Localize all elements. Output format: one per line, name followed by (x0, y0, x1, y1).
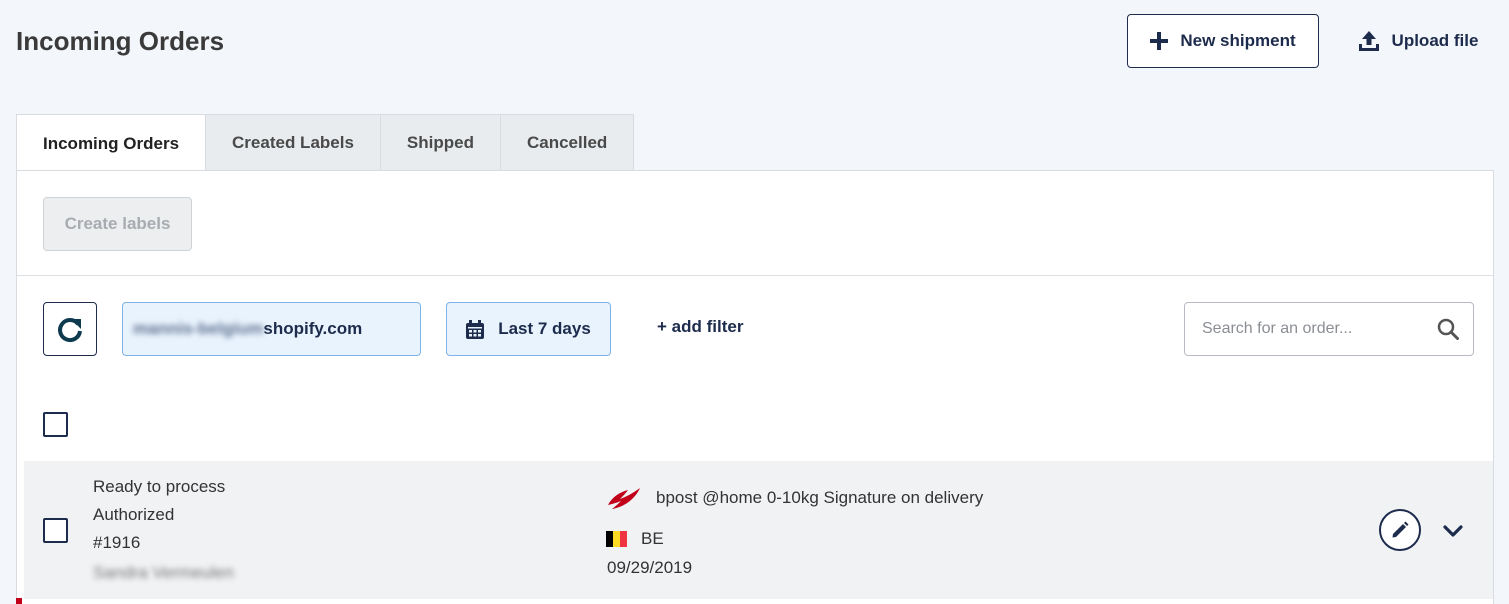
row-indicator (16, 598, 22, 604)
store-name-blurred: mannis-belgium (133, 319, 264, 338)
chevron-down-icon (1443, 525, 1463, 537)
shipping-service: bpost @home 0-10kg Signature on delivery (606, 485, 983, 511)
page-title: Incoming Orders (16, 26, 225, 56)
upload-file-button[interactable]: Upload file (1348, 14, 1488, 68)
date-filter-label: Last 7 days (498, 319, 591, 338)
calendar-icon (466, 319, 485, 339)
add-filter-link[interactable]: + add filter (657, 317, 743, 337)
pencil-icon (1392, 521, 1409, 538)
order-summary: Ready to process Authorized #1916 Sandra… (93, 473, 234, 587)
order-status: Ready to process (93, 477, 226, 496)
country-code: BE (641, 529, 664, 548)
upload-file-label: Upload file (1391, 31, 1479, 50)
create-labels-button[interactable]: Create labels (43, 197, 192, 251)
select-all-checkbox[interactable] (43, 412, 68, 437)
order-number: #1916 (93, 533, 141, 552)
upload-icon (1358, 31, 1379, 51)
bpost-logo-icon (608, 488, 640, 509)
tab-cancelled[interactable]: Cancelled (500, 114, 635, 171)
tab-bar: Incoming Orders Created Labels Shipped C… (16, 114, 635, 172)
search-input[interactable] (1202, 320, 1437, 338)
order-search-box (1184, 302, 1474, 356)
plus-icon (1150, 32, 1169, 50)
store-domain: shopify.com (263, 319, 363, 338)
row-checkbox[interactable] (43, 518, 68, 543)
payment-status: Authorized (93, 505, 175, 524)
refresh-icon (58, 318, 82, 343)
order-date: 09/29/2019 (607, 558, 693, 577)
refresh-button[interactable] (43, 302, 97, 356)
table-row[interactable]: Ready to process Authorized #1916 Sandra… (24, 461, 1493, 599)
service-name: bpost @home 0-10kg Signature on delivery (656, 488, 984, 507)
new-shipment-button[interactable]: New shipment (1127, 14, 1319, 68)
search-icon[interactable] (1437, 318, 1459, 340)
orders-panel: Create labels mannis-belgium shopify.com… (16, 170, 1494, 604)
edit-order-button[interactable] (1379, 509, 1421, 551)
store-filter-chip[interactable]: mannis-belgium shopify.com (122, 302, 421, 356)
belgium-flag-icon (606, 531, 627, 547)
tab-shipped[interactable]: Shipped (380, 114, 501, 171)
customer-name-blurred: Sandra Vermeulen (93, 563, 234, 582)
tab-created-labels[interactable]: Created Labels (206, 114, 381, 171)
divider (17, 275, 1493, 276)
date-filter-chip[interactable]: Last 7 days (446, 302, 611, 356)
tab-incoming-orders[interactable]: Incoming Orders (16, 114, 207, 172)
new-shipment-label: New shipment (1180, 31, 1296, 50)
destination-country: BE (606, 529, 664, 549)
expand-row-button[interactable] (1439, 517, 1467, 545)
